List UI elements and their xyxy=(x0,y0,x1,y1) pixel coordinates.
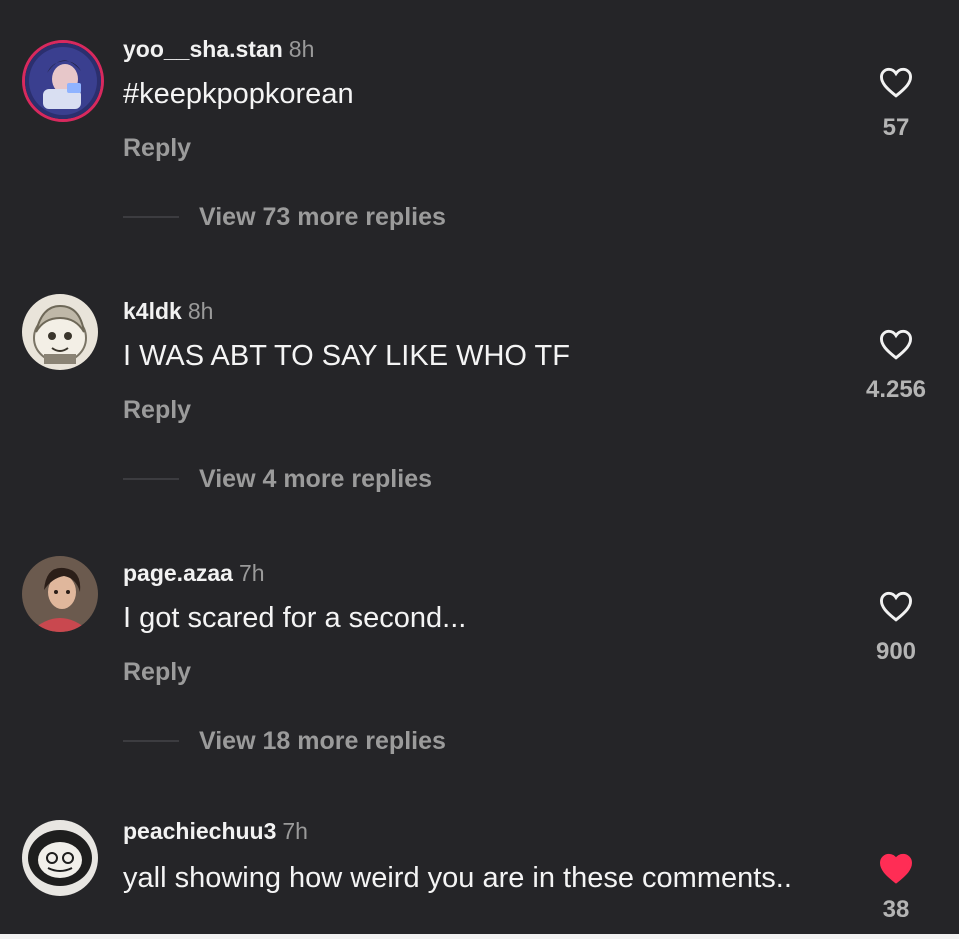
like-group: 38 xyxy=(846,852,946,924)
like-group: 4.256 xyxy=(846,328,946,404)
like-group: 900 xyxy=(846,590,946,666)
comment-time: 8h xyxy=(187,298,214,324)
comment-header: peachiechuu3 7h xyxy=(123,818,308,845)
avatar[interactable] xyxy=(22,294,98,370)
reply-button[interactable]: Reply xyxy=(123,658,191,687)
comment-header: k4ldk 8h xyxy=(123,298,213,325)
heart-icon[interactable] xyxy=(878,66,914,98)
comment-time: 7h xyxy=(238,560,265,586)
view-replies-label: View 4 more replies xyxy=(199,464,432,493)
divider-line xyxy=(123,478,179,480)
comment-header: page.azaa 7h xyxy=(123,560,265,587)
view-replies-button[interactable]: View 4 more replies xyxy=(123,464,432,494)
like-count: 900 xyxy=(875,638,917,665)
comment-text: I WAS ABT TO SAY LIKE WHO TF xyxy=(123,340,570,372)
heart-icon[interactable] xyxy=(878,590,914,622)
comment-text: #keepkpopkorean xyxy=(123,78,354,110)
like-group: 57 xyxy=(846,66,946,142)
username[interactable]: k4ldk xyxy=(123,298,182,324)
comment-time: 7h xyxy=(282,818,308,844)
reply-button[interactable]: Reply xyxy=(123,396,191,425)
view-replies-button[interactable]: View 73 more replies xyxy=(123,202,446,232)
username[interactable]: peachiechuu3 xyxy=(123,818,276,844)
avatar[interactable] xyxy=(22,40,104,122)
like-count: 4.256 xyxy=(865,376,927,403)
comment-text: yall showing how weird you are in these … xyxy=(123,862,792,894)
comment-time: 8h xyxy=(288,36,315,62)
divider-line xyxy=(123,216,179,218)
like-count: 38 xyxy=(882,896,910,923)
view-replies-label: View 73 more replies xyxy=(199,202,446,231)
bottom-edge xyxy=(0,934,959,939)
comment-header: yoo__sha.stan 8h xyxy=(123,36,314,63)
like-count: 57 xyxy=(882,114,910,141)
avatar[interactable] xyxy=(22,820,98,896)
heart-icon[interactable] xyxy=(878,328,914,360)
username[interactable]: page.azaa xyxy=(123,560,233,586)
divider-line xyxy=(123,740,179,742)
avatar[interactable] xyxy=(22,556,98,632)
reply-button[interactable]: Reply xyxy=(123,134,191,163)
view-replies-label: View 18 more replies xyxy=(199,726,446,755)
heart-icon-filled[interactable] xyxy=(878,852,914,884)
comment-text: I got scared for a second... xyxy=(123,602,467,634)
view-replies-button[interactable]: View 18 more replies xyxy=(123,726,446,756)
username[interactable]: yoo__sha.stan xyxy=(123,36,283,62)
